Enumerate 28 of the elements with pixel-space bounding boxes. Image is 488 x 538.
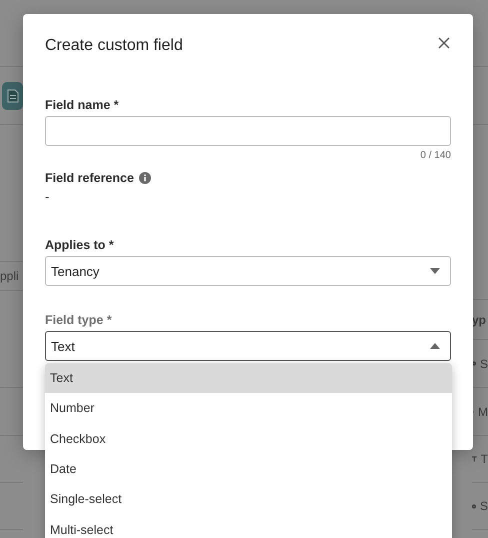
field-label: Field name * [45,97,120,113]
menu-item[interactable]: Text [45,363,452,394]
table-cell: S [480,499,488,513]
table-cell: T [480,452,488,466]
column-header: yp [472,312,486,326]
field-label: Applies to * [45,237,115,253]
menu-item[interactable]: Single-select [45,484,452,514]
close-button[interactable] [437,36,451,50]
text-type-icon [472,454,477,464]
table-cell: M [478,404,488,418]
select-field[interactable]: Tenancy [45,256,451,286]
menu-item[interactable]: Date [45,454,452,484]
menu-item[interactable]: Number [45,393,452,424]
column-header: ppli [0,269,19,283]
menu-item[interactable]: Checkbox [45,424,452,454]
field-value: - [45,189,50,205]
select-field[interactable]: Text [45,331,451,361]
field-label: Field type * [45,312,113,328]
document-badge-icon [2,82,23,110]
info-icon[interactable] [138,172,151,184]
dialog-title: Create custom field [45,37,183,55]
table-cell: S [480,356,488,370]
field-label: Field reference [45,170,134,186]
input-field[interactable] [45,116,451,146]
caret-icon [430,268,440,274]
menu-item[interactable]: Multi-select [45,514,452,538]
caret-icon [430,343,440,349]
character-counter: 0 / 140 [419,150,451,162]
